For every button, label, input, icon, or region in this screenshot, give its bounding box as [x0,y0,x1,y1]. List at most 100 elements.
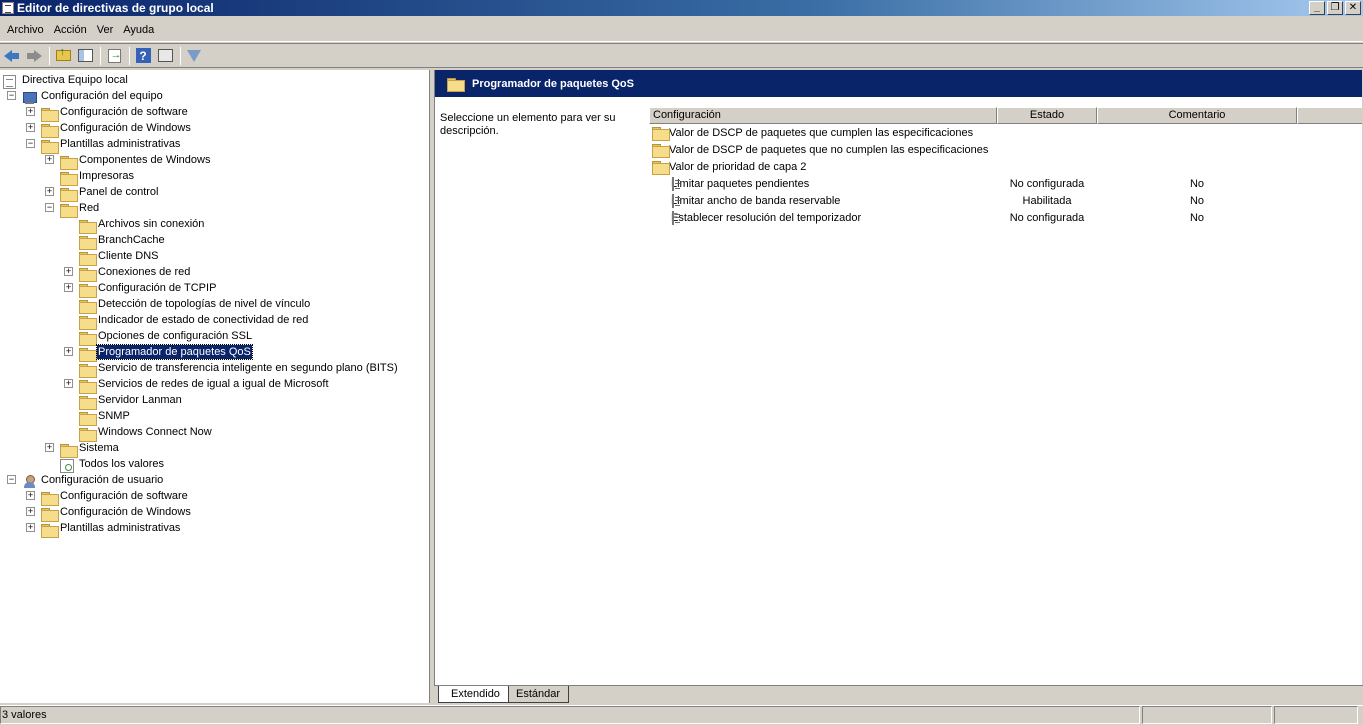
properties-button[interactable] [155,46,175,66]
tree-item[interactable]: + Plantillas administrativas [0,520,429,538]
tree-item[interactable]: + Configuración de Windows [0,504,429,522]
tree-item[interactable]: + Configuración de TCPIP [0,280,429,298]
expand-icon[interactable]: + [26,123,35,132]
tree-item-label: Configuración de Windows [60,506,191,518]
tab-extendido[interactable]: Extendido [438,686,509,703]
tree-pane[interactable]: Directiva Equipo local − Configuración del… [0,70,430,703]
column-header-comentario[interactable]: Comentario [1097,107,1297,124]
folder-icon [79,364,97,378]
tree-item[interactable]: Detección de topologías de nivel de vínc… [0,296,429,314]
tree-item[interactable]: Servicio de transferencia inteligente en… [0,360,429,378]
tree-item-label: Windows Connect Now [98,426,212,438]
tree-item[interactable]: + Sistema [0,440,429,458]
tree-item[interactable]: Windows Connect Now [0,424,429,442]
expand-icon[interactable]: + [64,267,73,276]
tree-item-label: Plantillas administrativas [60,138,181,150]
expand-icon[interactable]: + [64,379,73,388]
tree-item[interactable]: Todos los valores [0,456,429,473]
folder-icon [41,508,59,522]
folder-icon [60,172,78,186]
expand-icon[interactable]: + [26,523,35,532]
tree-item[interactable]: + Componentes de Windows [0,152,429,170]
maximize-button[interactable]: ❐ [1327,1,1343,15]
folder-icon [79,284,97,298]
menu-bar: Archivo Acción Ver Ayuda [0,18,1363,42]
folder-icon [79,300,97,314]
column-header-estado[interactable]: Estado [997,107,1097,124]
tree-item[interactable]: − Configuración del equipo [0,88,429,104]
tree-item-label: Detección de topologías de nivel de vínc… [98,298,311,310]
column-header-filler [1297,107,1362,124]
expand-icon[interactable]: + [45,155,54,164]
tree-item-label: Configuración de software [60,490,188,502]
column-header-configuracion[interactable]: Configuración [649,107,997,124]
list-item[interactable]: Valor de prioridad de capa 2 [649,158,1362,175]
expand-icon[interactable]: + [45,187,54,196]
setting-state: No configurada [1009,211,1085,224]
tree-item-label: Indicador de estado de conectividad de r… [98,314,309,326]
collapse-icon[interactable]: − [7,91,16,100]
folder-icon [41,108,59,122]
expand-icon[interactable]: + [26,507,35,516]
folder-icon [79,348,97,362]
tree-item[interactable]: + Configuración de software [0,488,429,506]
tree-item[interactable]: + Panel de control [0,184,429,202]
tree-item-label: BranchCache [98,234,165,246]
tree-item[interactable]: Impresoras [0,168,429,186]
tree-item[interactable]: − Configuración de usuario [0,472,429,488]
up-folder-icon [55,46,71,61]
collapse-icon[interactable]: − [26,139,35,148]
menu-ayuda[interactable]: Ayuda [118,24,159,36]
list-item[interactable]: Establecer resolución del temporizador No… [649,209,1362,226]
list-item[interactable]: Limitar paquetes pendientes No configurad… [649,175,1362,192]
tree-item[interactable]: Archivos sin conexión [0,216,429,234]
tree-item[interactable]: Directiva Equipo local [0,72,429,89]
tree-item[interactable]: − Plantillas administrativas [0,136,429,154]
tree-item[interactable]: + Servicios de redes de igual a igual de … [0,376,429,394]
menu-ver[interactable]: Ver [92,24,119,36]
menu-accion[interactable]: Acción [49,24,92,36]
tree-item[interactable]: − Red [0,200,429,218]
expand-icon[interactable]: + [64,347,73,356]
tree-item[interactable]: Servidor Lanman [0,392,429,410]
list-item[interactable]: Limitar ancho de banda reservable Habilit… [649,192,1362,209]
collapse-icon[interactable]: − [45,203,54,212]
expand-icon[interactable]: + [26,491,35,500]
expand-icon[interactable]: + [45,443,54,452]
folder-icon [60,188,78,202]
tree-item-label: Sistema [79,442,119,454]
folder-icon [41,140,59,154]
tree-item[interactable]: + Configuración de software [0,104,429,122]
tree-item[interactable]: BranchCache [0,232,429,250]
title-bar[interactable]: Editor de directivas de grupo local _ ❐ … [0,0,1363,16]
filter-button[interactable] [184,46,204,66]
back-button[interactable] [2,46,22,66]
tab-estandar[interactable]: Estándar [504,686,570,703]
collapse-icon[interactable]: − [7,475,16,484]
expand-icon[interactable]: + [64,283,73,292]
tree-item[interactable]: + Programador de paquetes QoS [0,344,429,362]
expand-icon[interactable]: + [26,107,35,116]
toolbar-separator [180,46,181,65]
menu-archivo[interactable]: Archivo [2,24,49,36]
tree-item[interactable]: Cliente DNS [0,248,429,266]
folder-icon [79,412,97,426]
tree-item[interactable]: + Configuración de Windows [0,120,429,138]
forward-button[interactable] [24,46,44,66]
list-item[interactable]: Valor de DSCP de paquetes que cumplen la… [649,124,1362,141]
tree-item-label: Configuración de software [60,106,188,118]
list-item[interactable]: Valor de DSCP de paquetes que no cumplen… [649,141,1362,158]
close-button[interactable]: ✕ [1345,1,1361,15]
tree-item[interactable]: + Conexiones de red [0,264,429,282]
up-one-level-button[interactable] [53,46,73,66]
show-hide-tree-button[interactable] [75,46,95,66]
tree-item-label: Configuración del equipo [41,90,163,102]
minimize-button[interactable]: _ [1309,1,1325,15]
setting-name: Valor de prioridad de capa 2 [669,160,807,173]
tree-item[interactable]: SNMP [0,408,429,426]
help-button[interactable]: ? [133,46,153,66]
tree-item[interactable]: Opciones de configuración SSL [0,328,429,346]
tree-item-label: Cliente DNS [98,250,159,262]
tree-item[interactable]: Indicador de estado de conectividad de r… [0,312,429,330]
export-list-button[interactable] [104,46,124,66]
